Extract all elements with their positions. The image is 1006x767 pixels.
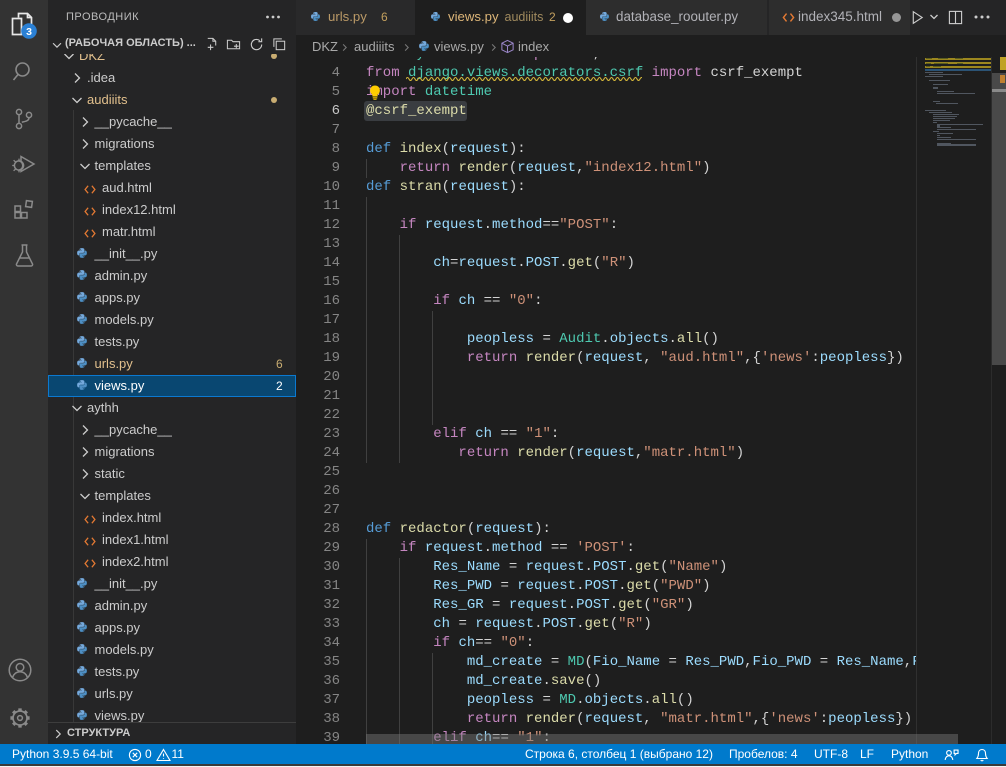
svg-text:3: 3 <box>26 26 32 38</box>
